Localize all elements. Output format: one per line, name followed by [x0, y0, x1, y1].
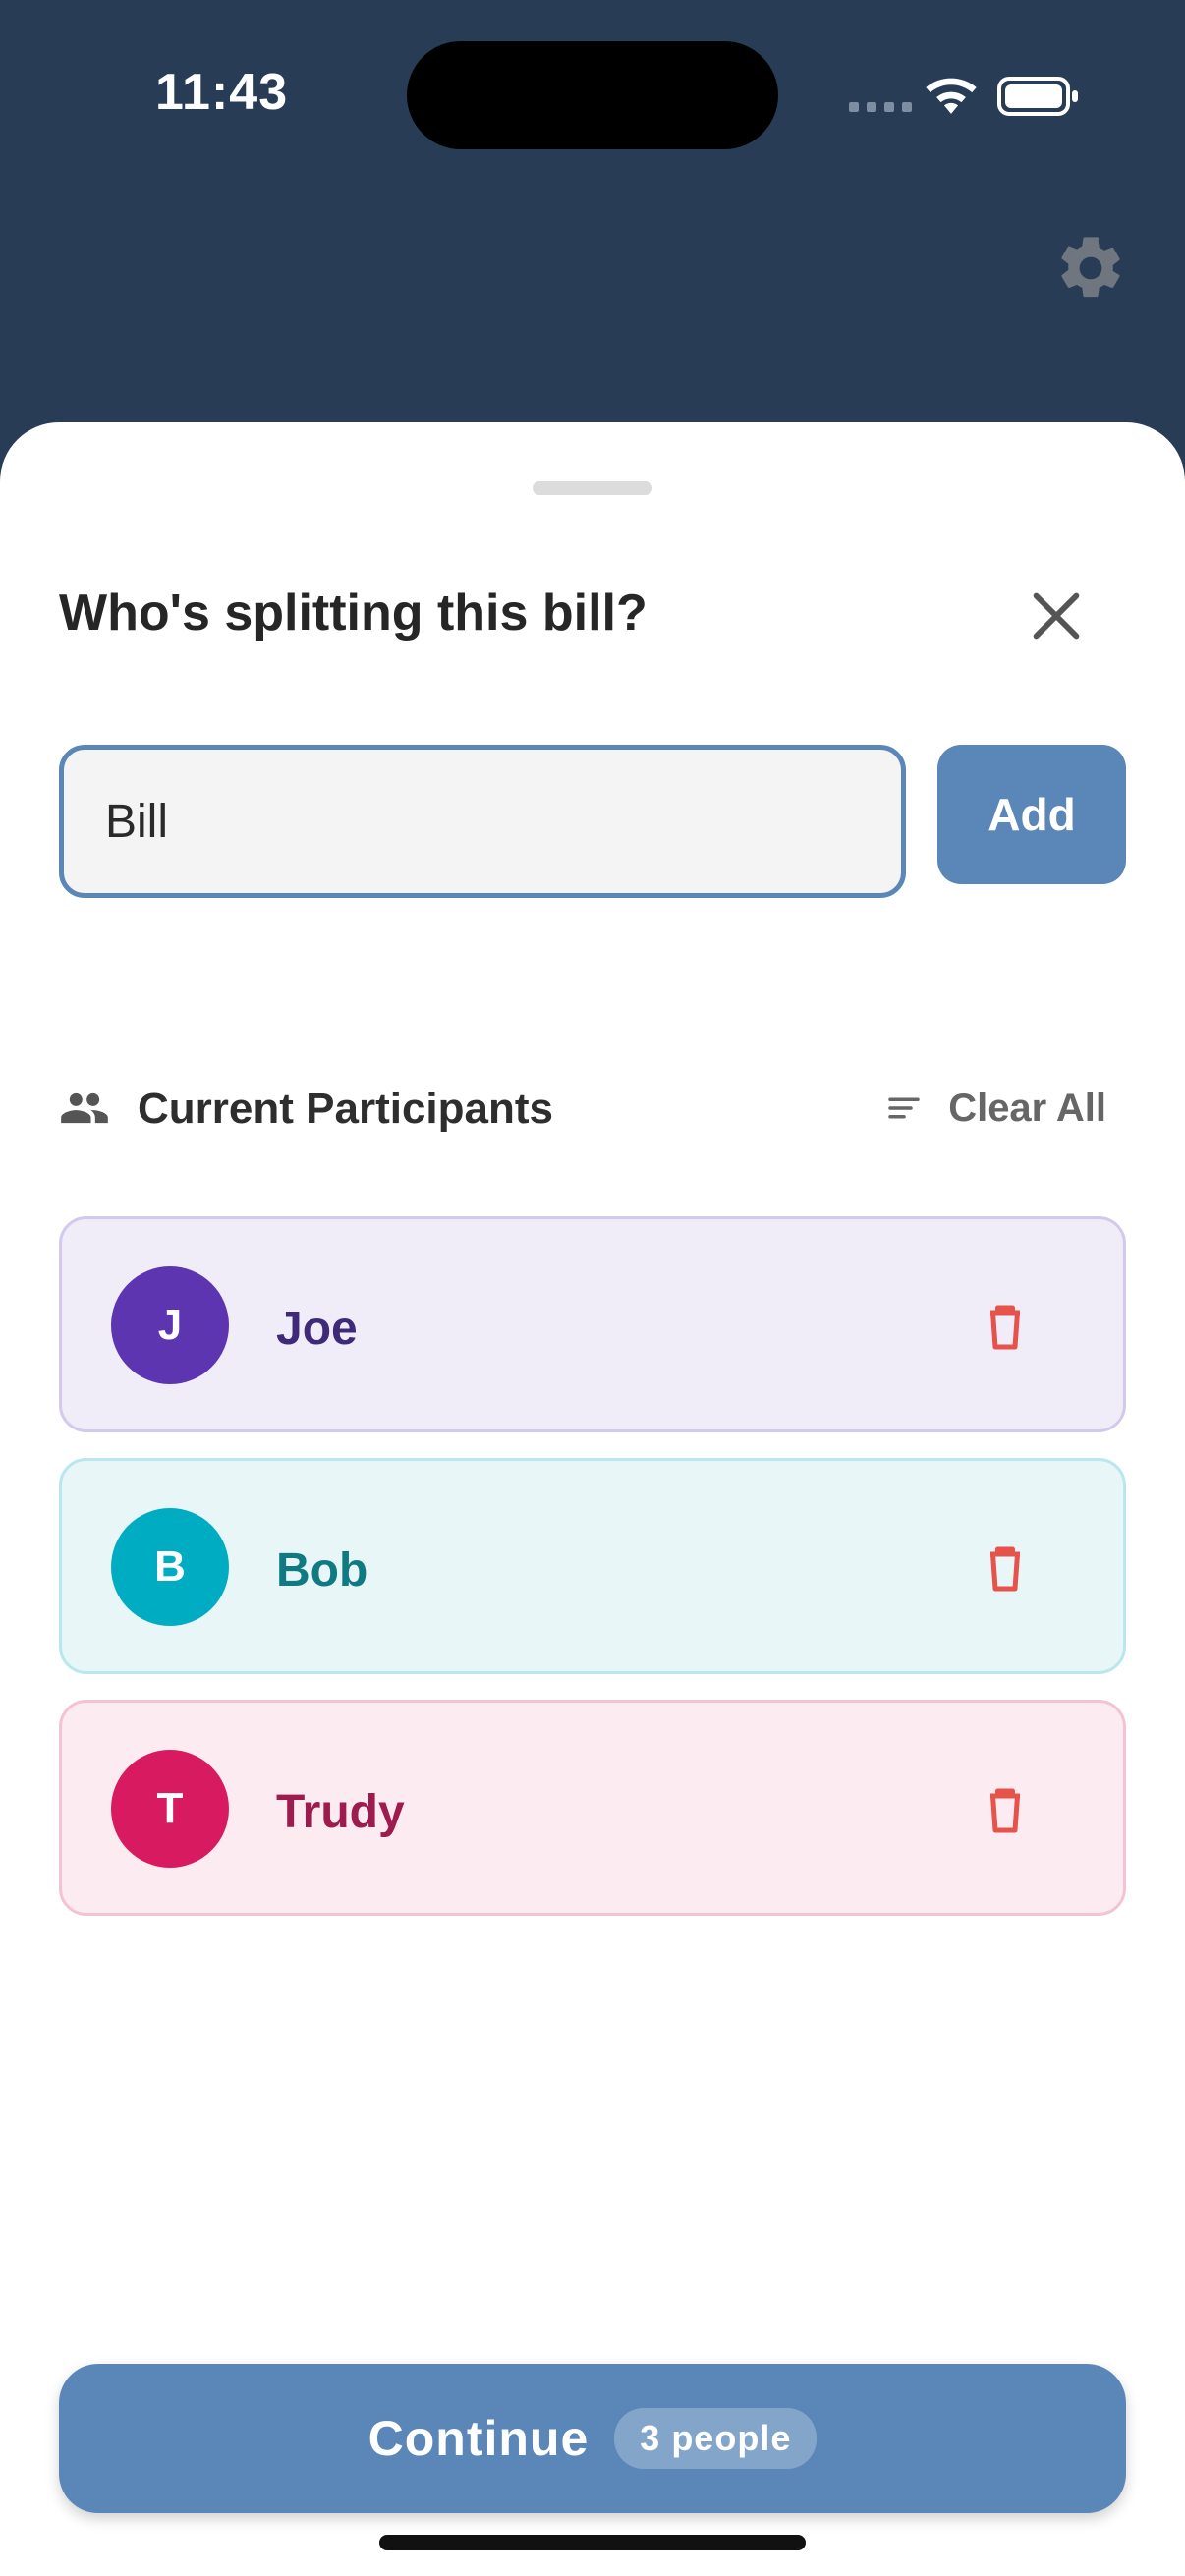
wifi-icon — [926, 78, 977, 114]
participant-name-input[interactable] — [59, 745, 906, 898]
trash-icon[interactable] — [976, 1298, 1035, 1357]
participant-name: Bob — [276, 1544, 368, 1596]
clear-list-icon — [888, 1097, 920, 1119]
add-button[interactable]: Add — [937, 745, 1126, 884]
status-time: 11:43 — [155, 64, 289, 121]
sheet-title: Who's splitting this bill? — [59, 585, 648, 642]
close-icon[interactable] — [1022, 582, 1091, 650]
trash-icon[interactable] — [976, 1781, 1035, 1840]
bottom-sheet: Who's splitting this bill? Add Current P… — [0, 422, 1185, 2576]
participant-name: Joe — [276, 1303, 358, 1355]
participant-card: B Bob — [59, 1458, 1126, 1674]
home-indicator — [379, 2535, 806, 2550]
participants-header: Current Participants Clear All — [59, 1075, 1126, 1146]
dynamic-island — [407, 41, 778, 149]
sheet-drag-handle[interactable] — [533, 481, 652, 495]
clear-all-button[interactable]: Clear All — [883, 1079, 1106, 1138]
participant-card: T Trudy — [59, 1700, 1126, 1916]
continue-button[interactable]: Continue 3 people — [59, 2364, 1126, 2513]
battery-icon — [997, 77, 1078, 116]
cellular-signal-icon — [849, 102, 912, 112]
avatar: B — [111, 1508, 229, 1626]
status-bar: 11:43 — [0, 0, 1185, 298]
gear-icon[interactable] — [1053, 231, 1128, 306]
avatar: T — [111, 1750, 229, 1868]
participant-name: Trudy — [276, 1786, 405, 1838]
avatar: J — [111, 1266, 229, 1384]
people-count-badge: 3 people — [614, 2408, 818, 2469]
clear-all-label: Clear All — [948, 1086, 1106, 1130]
section-title: Current Participants — [138, 1085, 553, 1133]
continue-label: Continue — [367, 2411, 590, 2466]
participant-card: J Joe — [59, 1216, 1126, 1432]
trash-icon[interactable] — [976, 1540, 1035, 1598]
people-icon — [61, 1092, 108, 1124]
